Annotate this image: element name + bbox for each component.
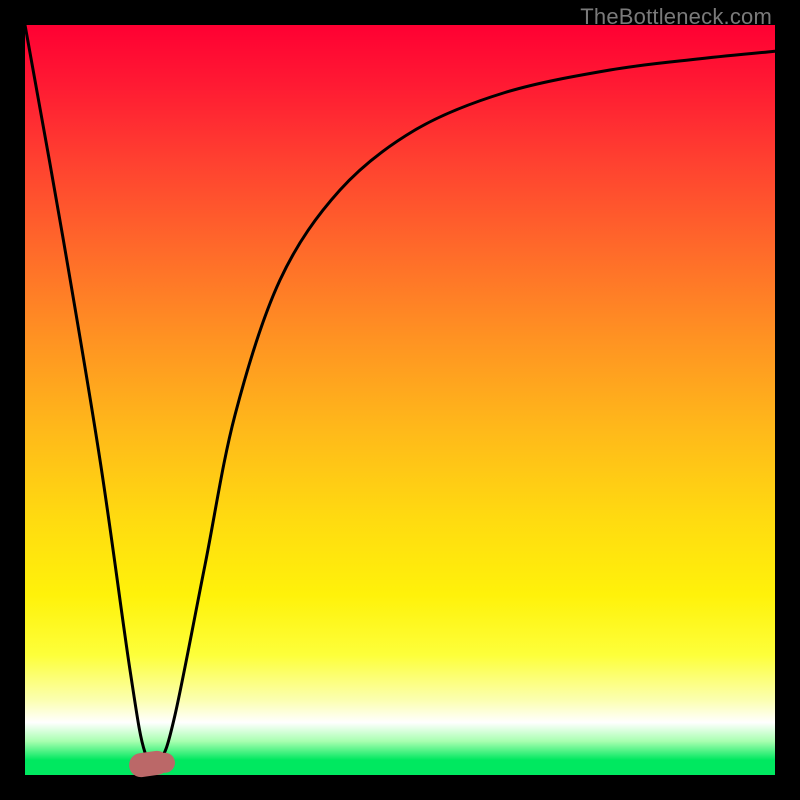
curve-svg [25,25,775,775]
watermark-text: TheBottleneck.com [580,4,772,30]
plot-area [25,25,775,775]
chart-frame: TheBottleneck.com [0,0,800,800]
bottleneck-curve [25,25,775,764]
